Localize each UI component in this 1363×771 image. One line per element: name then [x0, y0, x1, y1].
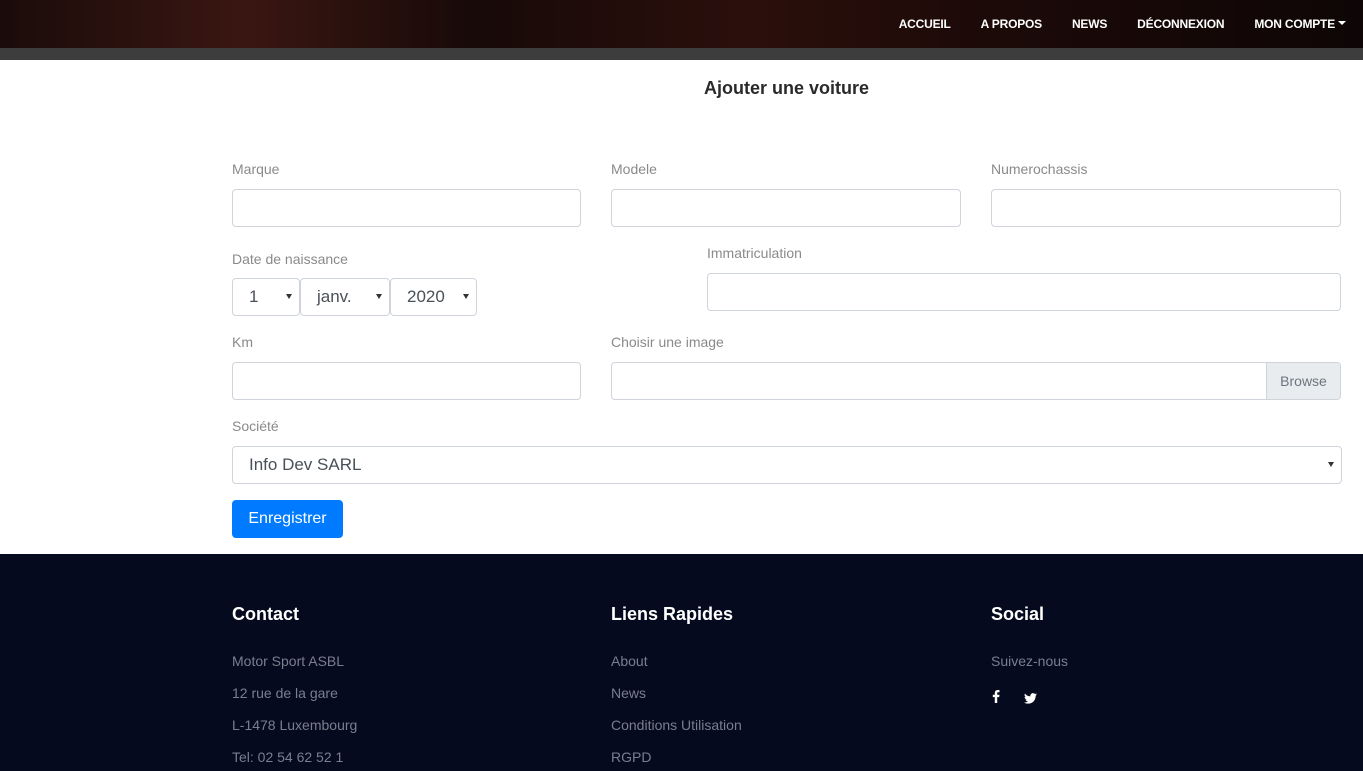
nav-item-mon-compte[interactable]: MON COMPTE: [1254, 17, 1346, 31]
immat-label: Immatriculation: [707, 245, 802, 261]
twitter-icon[interactable]: [1024, 692, 1037, 707]
footer: Contact Motor Sport ASBL 12 rue de la ga…: [0, 554, 1363, 771]
chassis-input[interactable]: [991, 189, 1341, 227]
contact-line: L-1478 Luxembourg: [232, 717, 358, 733]
nav-label: ACCUEIL: [898, 17, 951, 31]
month-select[interactable]: janv.: [300, 278, 390, 316]
marque-input[interactable]: [232, 189, 581, 227]
footer-contact-title: Contact: [232, 604, 299, 624]
footer-link-about[interactable]: About: [611, 653, 648, 669]
contact-line: Tel: 02 54 62 52 1: [232, 749, 344, 765]
day-select[interactable]: 1: [232, 278, 300, 316]
nav-menu: ACCUEIL A PROPOS NEWS DÉCONNEXION MON CO…: [869, 0, 1346, 48]
chassis-label: Numerochassis: [991, 161, 1088, 177]
nav-label: A PROPOS: [980, 17, 1043, 31]
nav-item-a-propos[interactable]: A PROPOS: [980, 17, 1043, 31]
societe-select[interactable]: Info Dev SARL: [232, 446, 1342, 484]
immat-input[interactable]: [707, 273, 1341, 311]
nav-item-accueil[interactable]: ACCUEIL: [899, 17, 951, 31]
nav-label: NEWS: [1071, 17, 1108, 31]
image-file-input[interactable]: Browse: [611, 362, 1341, 400]
select-arrow-icon: [286, 294, 292, 299]
footer-links-title: Liens Rapides: [611, 604, 734, 624]
top-navbar: ACCUEIL A PROPOS NEWS DÉCONNEXION MON CO…: [0, 0, 1363, 48]
modele-label: Modele: [611, 161, 657, 177]
footer-social-title: Social: [991, 604, 1045, 624]
image-label: Choisir une image: [611, 334, 724, 350]
km-input[interactable]: [232, 362, 581, 400]
select-arrow-icon: [376, 294, 382, 299]
select-arrow-icon: [463, 294, 469, 299]
societe-value: Info Dev SARL: [249, 455, 362, 474]
month-value: janv.: [317, 287, 352, 306]
footer-link-conditions[interactable]: Conditions Utilisation: [611, 717, 742, 733]
year-select[interactable]: 2020: [390, 278, 477, 316]
marque-label: Marque: [232, 161, 280, 177]
facebook-icon[interactable]: [992, 690, 1000, 706]
select-arrow-icon: [1328, 462, 1334, 467]
day-value: 1: [249, 287, 259, 306]
nav-item-news[interactable]: NEWS: [1072, 17, 1107, 31]
page-title-text: Ajouter une voiture: [703, 78, 869, 98]
nav-item-deconnexion[interactable]: DÉCONNEXION: [1137, 17, 1224, 31]
dropdown-caret-icon: [1338, 21, 1346, 25]
nav-label: DÉCONNEXION: [1137, 17, 1225, 31]
contact-line: 12 rue de la gare: [232, 685, 338, 701]
year-value: 2020: [407, 287, 445, 306]
header-divider: [0, 48, 1363, 60]
footer-link-rgpd[interactable]: RGPD: [611, 749, 651, 765]
browse-button[interactable]: Browse: [1266, 363, 1340, 399]
footer-link-news[interactable]: News: [611, 685, 646, 701]
km-label: Km: [232, 334, 253, 350]
date-label: Date de naissance: [232, 251, 348, 267]
societe-label: Société: [232, 418, 279, 434]
nav-label: MON COMPTE: [1254, 17, 1335, 31]
modele-input[interactable]: [611, 189, 961, 227]
page-title: Ajouter une voiture: [0, 78, 1363, 99]
contact-line: Motor Sport ASBL: [232, 653, 345, 669]
social-follow-text: Suivez-nous: [991, 653, 1069, 669]
save-button[interactable]: Enregistrer: [232, 500, 343, 538]
